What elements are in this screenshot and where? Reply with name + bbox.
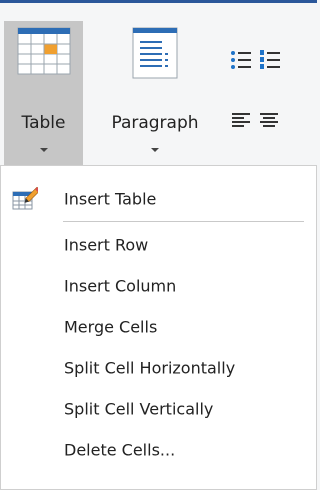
menu-item-label: Insert Table <box>64 189 157 209</box>
menu-item-label: Insert Column <box>64 276 177 296</box>
paragraph-icon <box>132 27 178 83</box>
table-icon <box>17 27 71 79</box>
menu-item-delete-cells[interactable]: Delete Cells... <box>1 430 316 470</box>
menu-item-insert-column[interactable]: Insert Column <box>1 266 316 306</box>
paragraph-button-label: Paragraph <box>111 113 199 133</box>
ribbon-bar: Table Paragraph <box>0 9 317 165</box>
align-left-icon[interactable] <box>232 112 250 132</box>
table-dropdown-arrow-icon <box>39 148 48 152</box>
menu-item-split-cell-horizontally[interactable]: Split Cell Horizontally <box>1 348 316 388</box>
menu-item-label: Split Cell Horizontally <box>64 358 236 378</box>
paragraph-button[interactable]: Paragraph <box>95 21 215 165</box>
numbered-list-icon[interactable] <box>259 49 281 75</box>
bullet-list-icon[interactable] <box>230 49 252 75</box>
insert-table-icon <box>12 186 41 215</box>
table-button-label: Table <box>21 113 66 133</box>
align-center-icon[interactable] <box>260 112 278 132</box>
menu-item-insert-row[interactable]: Insert Row <box>1 225 316 265</box>
menu-separator <box>63 221 304 222</box>
menu-item-split-cell-vertically[interactable]: Split Cell Vertically <box>1 389 316 429</box>
table-button[interactable]: Table <box>4 21 83 165</box>
window-top-border <box>0 0 317 9</box>
paragraph-dropdown-arrow-icon <box>151 148 159 152</box>
menu-item-insert-table[interactable]: Insert Table <box>1 179 316 219</box>
table-dropdown-menu: Insert Table Insert Row Insert Column Me… <box>0 165 317 490</box>
menu-item-label: Insert Row <box>64 235 149 255</box>
menu-item-label: Merge Cells <box>64 317 158 337</box>
menu-item-merge-cells[interactable]: Merge Cells <box>1 307 316 347</box>
menu-item-label: Split Cell Vertically <box>64 399 214 419</box>
menu-item-label: Delete Cells... <box>64 440 176 460</box>
